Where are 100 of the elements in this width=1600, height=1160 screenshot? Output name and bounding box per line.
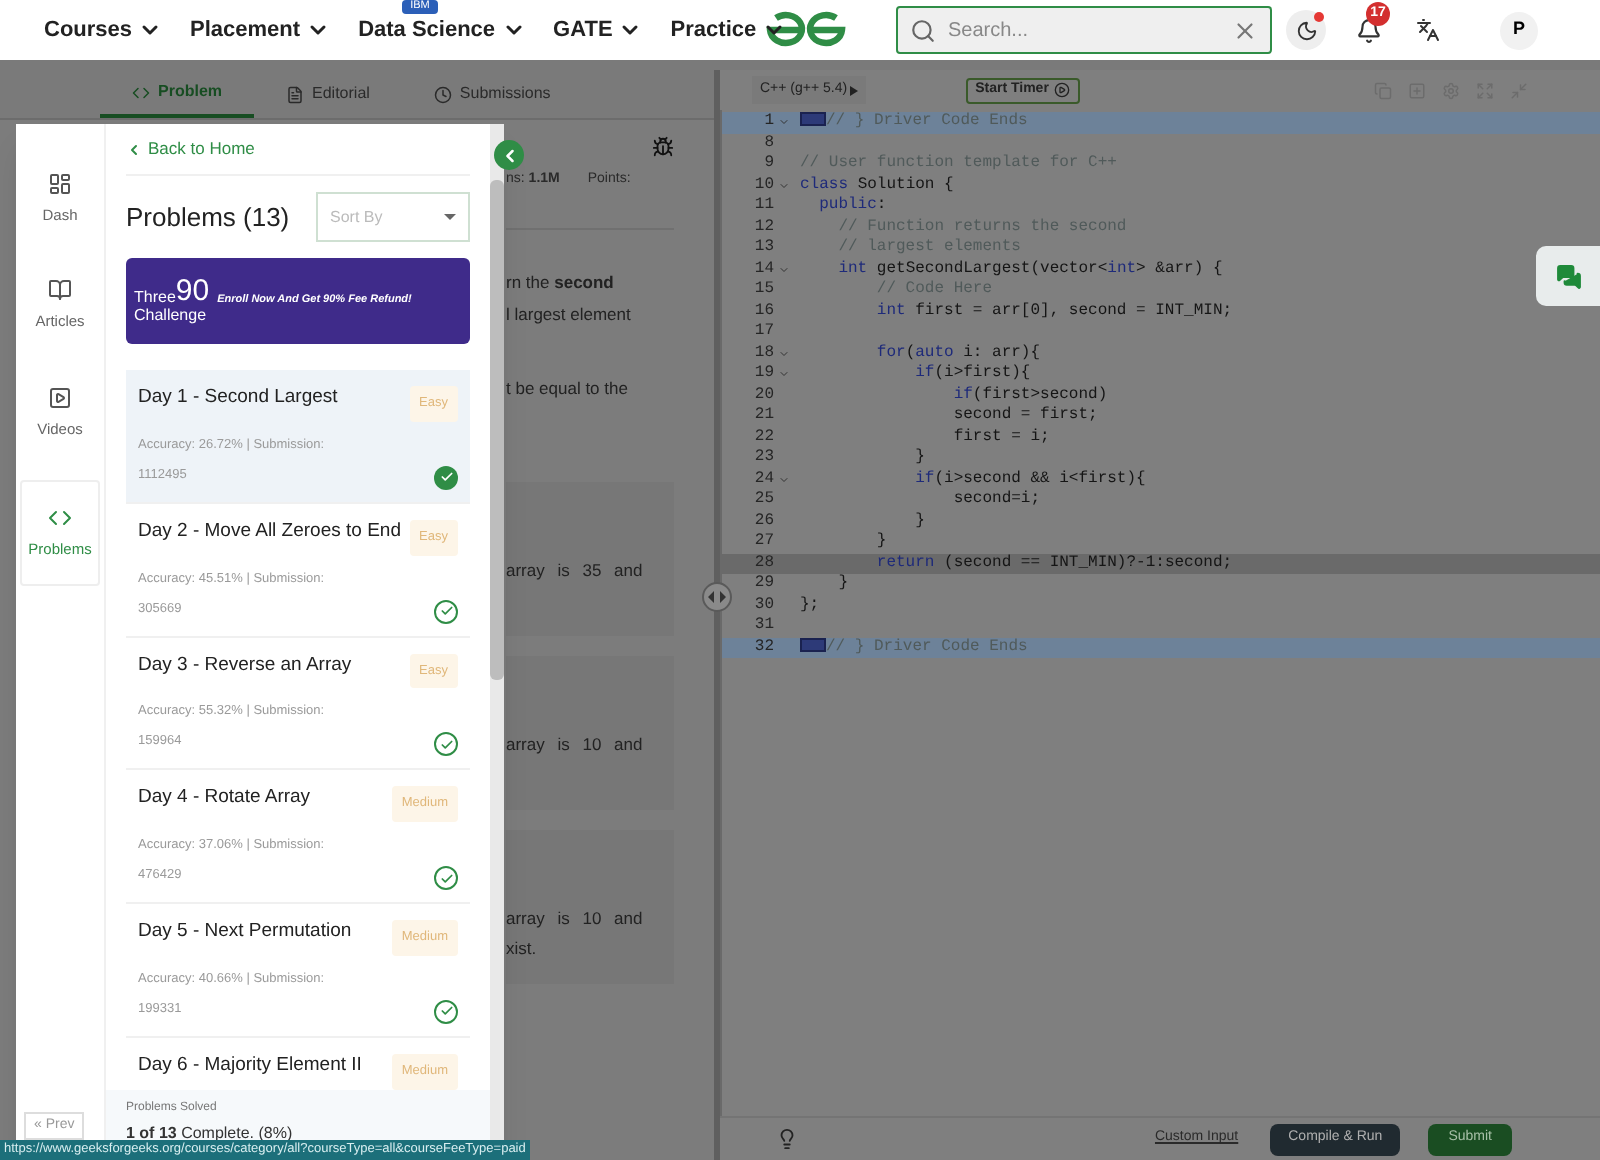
code-line: int first = arr[0], second = INT_MIN; [874, 301, 1233, 322]
line-number: 20 [752, 385, 774, 406]
chat-icon [1555, 263, 1581, 289]
bell-icon [1355, 17, 1381, 43]
footer-summary: 1 of 13 Complete. (8%) [126, 1122, 295, 1142]
banner-text: Three [134, 288, 176, 306]
code-line: // } Driver Code Ends [800, 112, 1028, 133]
line-number: 16 [752, 301, 774, 322]
chat-button[interactable] [1536, 246, 1600, 306]
code-icon [48, 505, 72, 530]
code-line: if(i>second && i<first){ [913, 469, 1146, 490]
search-bar[interactable]: Search... [896, 6, 1272, 54]
caret-icon [444, 214, 456, 220]
lightbulb-icon[interactable] [776, 1128, 798, 1150]
line-number: 11 [752, 196, 774, 217]
nav-menu[interactable]: GATE [553, 13, 643, 47]
example-text: array is 35 and [506, 557, 645, 583]
code-line: class Solution { [800, 175, 954, 196]
tab[interactable]: Submissions [401, 70, 583, 118]
code-line: return (second == INT_MIN)?-1:second; [874, 553, 1233, 574]
banner-text: Challenge [134, 306, 209, 324]
code-line: } [874, 532, 887, 553]
statement-text: l largest element [506, 301, 633, 327]
line-number: 24 [752, 469, 774, 490]
problem-title: Day 4 - Rotate Array [138, 786, 311, 809]
marker-icon [800, 112, 826, 127]
code-line: for(auto i: arr){ [874, 343, 1041, 364]
line-number: 27 [752, 532, 774, 553]
line-number: 25 [752, 490, 774, 511]
tab[interactable]: Editorial [254, 70, 402, 118]
caret-icon [849, 85, 858, 95]
line-number: 26 [752, 511, 774, 532]
play-icon [1054, 82, 1071, 98]
line-number: 31 [752, 616, 774, 637]
line-number: 10 [752, 175, 774, 196]
code-line: // } Driver Code Ends [800, 637, 1028, 658]
avatar[interactable]: P [1500, 11, 1538, 49]
moon-icon [1295, 19, 1317, 41]
problem-title: Day 3 - Reverse an Array [138, 653, 352, 675]
problem-title: Day 5 - Next Permutation [138, 920, 352, 942]
fold-icon[interactable] [778, 368, 790, 381]
fold-icon[interactable] [778, 116, 790, 129]
search-field[interactable]: Search... [948, 15, 1220, 45]
code-icon [132, 83, 150, 101]
code-line: second=i; [951, 490, 1041, 511]
list-title: Problems (13) [126, 199, 290, 236]
code-line: } [913, 448, 925, 469]
book-icon [48, 278, 72, 303]
dashboard-icon [48, 172, 72, 196]
clock-icon [433, 85, 452, 103]
bug-icon[interactable] [652, 136, 674, 158]
code-line: if(i>first){ [913, 364, 1031, 385]
theme-toggle[interactable] [1286, 10, 1326, 50]
translate-icon[interactable] [1416, 18, 1440, 42]
banner-number: 90 [175, 278, 210, 306]
line-number: 29 [752, 574, 774, 595]
search-icon [910, 17, 936, 43]
example-text: array is 10 and [506, 905, 645, 931]
line-number: 9 [762, 154, 774, 175]
resize-handle[interactable] [702, 582, 732, 612]
nav-menu[interactable]: Placement [190, 13, 331, 47]
line-number: 21 [752, 406, 774, 427]
nav-menu[interactable]: Practice [670, 13, 787, 47]
line-number: 19 [752, 364, 774, 385]
marker-icon [800, 637, 826, 652]
fold-icon[interactable] [778, 263, 790, 276]
line-number: 17 [752, 322, 774, 343]
document-icon [286, 85, 305, 103]
line-number: 13 [752, 238, 774, 259]
line-number: 32 [752, 637, 774, 658]
chevron-left-icon [126, 141, 142, 157]
line-number: 22 [752, 427, 774, 448]
logo-icon[interactable] [764, 10, 848, 50]
example-text: array is 10 and [506, 731, 645, 757]
code-line: } [836, 574, 849, 595]
scrollbar-thumb[interactable] [490, 180, 504, 680]
line-number: 23 [752, 448, 774, 469]
statement-text: t be equal to the [506, 375, 630, 401]
line-number: 12 [752, 217, 774, 238]
code-line: if(first>second) [951, 385, 1108, 406]
line-number: 28 [752, 553, 774, 574]
code-line: }; [800, 595, 820, 616]
statement-text: rn the second [506, 269, 616, 295]
problem-title: Day 6 - Majority Element II [138, 1053, 362, 1076]
nav-menu[interactable]: Courses [44, 13, 163, 47]
problem-title: Day 2 - Move All Zeroes to End [138, 519, 401, 542]
close-icon[interactable] [1232, 17, 1258, 43]
back-link[interactable]: Back to Home [126, 124, 470, 176]
code-line: public: [817, 196, 887, 217]
code-line: int getSecondLargest(vector<int> &arr) { [836, 259, 1223, 280]
fold-icon[interactable] [778, 179, 790, 192]
line-number: 30 [752, 595, 774, 616]
code-line: first = i; [951, 427, 1050, 448]
line-number: 18 [752, 343, 774, 364]
fold-icon[interactable] [778, 347, 790, 360]
play-icon [48, 385, 72, 409]
fold-icon[interactable] [778, 473, 790, 486]
problem-title: Day 1 - Second Largest [138, 386, 338, 408]
nav-menu[interactable]: Data Science [358, 13, 526, 47]
line-number: 15 [752, 280, 774, 301]
